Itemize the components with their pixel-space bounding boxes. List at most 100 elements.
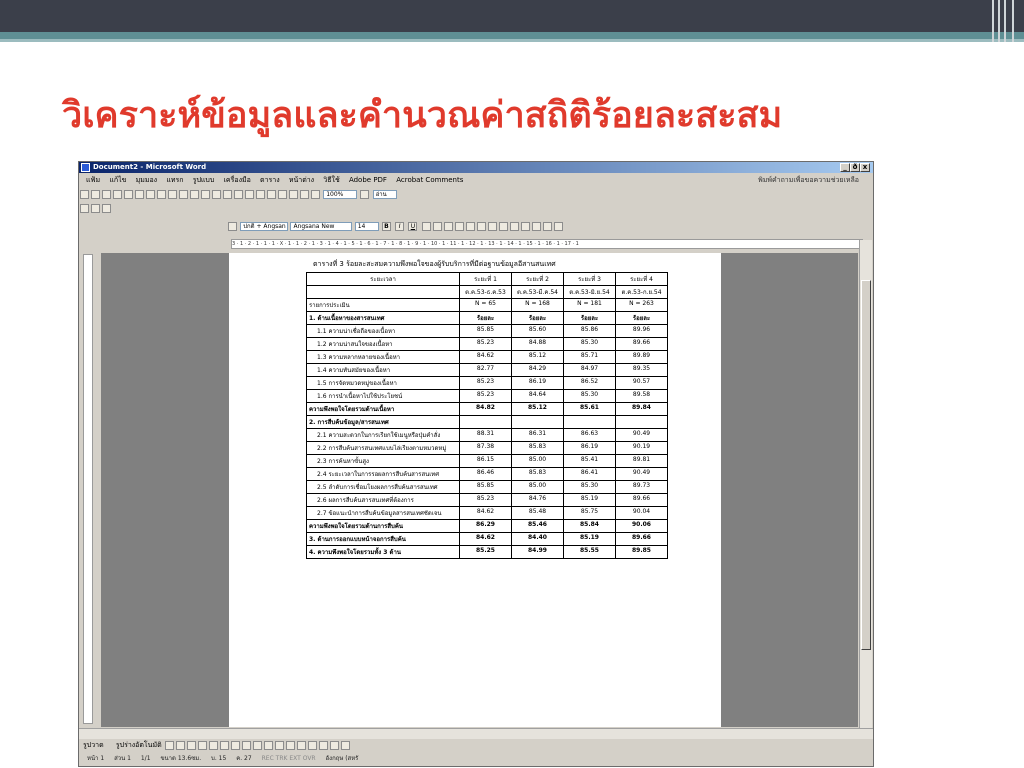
vertical-scrollbar[interactable] xyxy=(859,240,872,728)
row-label[interactable]: 1.5 การจัดหมวดหมู่ของเนื้อหา xyxy=(306,376,460,390)
save-icon[interactable] xyxy=(102,190,111,199)
value-cell[interactable]: 85.60 xyxy=(511,324,564,338)
value-cell[interactable]: 89.89 xyxy=(615,350,668,364)
arrow-icon[interactable] xyxy=(175,741,185,750)
value-cell[interactable]: 90.04 xyxy=(615,506,668,520)
value-cell[interactable]: 85.83 xyxy=(511,467,564,481)
increase-indent-icon[interactable] xyxy=(520,222,530,231)
value-cell[interactable]: ร้อยละ xyxy=(511,311,564,325)
minimize-button[interactable]: _ xyxy=(840,163,850,172)
row-label[interactable]: 1.6 การนำเนื้อหาไปใช้ประโยชน์ xyxy=(306,389,460,403)
value-cell[interactable]: 84.62 xyxy=(459,506,512,520)
horizontal-scrollbar[interactable] xyxy=(79,728,873,739)
font-size-select[interactable]: 14 xyxy=(354,222,379,231)
print-icon[interactable] xyxy=(124,190,133,199)
shadow-icon[interactable] xyxy=(329,741,339,750)
value-cell[interactable]: 85.30 xyxy=(563,337,616,351)
menu-view[interactable]: มุมมอง xyxy=(136,176,157,184)
menu-edit[interactable]: แก้ไข xyxy=(109,176,126,184)
value-cell[interactable]: 84.88 xyxy=(511,337,564,351)
data-table[interactable]: ระยะเวลา ระยะที่ 1 ระยะที่ 2 ระยะที่ 3 ร… xyxy=(306,272,668,559)
value-cell[interactable]: 85.12 xyxy=(511,350,564,364)
value-cell[interactable]: 85.71 xyxy=(563,350,616,364)
dash-style-icon[interactable] xyxy=(307,741,317,750)
value-cell[interactable]: 89.81 xyxy=(615,454,668,468)
row-label[interactable]: 2.6 ผลการสืบค้นสารสนเทศที่ต้องการ xyxy=(306,493,460,507)
draw-menu[interactable]: รูปวาด xyxy=(83,741,104,749)
picture-icon[interactable] xyxy=(252,741,262,750)
value-cell[interactable] xyxy=(511,415,564,429)
row-label[interactable]: 1.2 ความน่าสนใจของเนื้อหา xyxy=(306,337,460,351)
horizontal-ruler[interactable]: 3 · 1 · 2 · 1 · 1 · 1 · X · 1 · 1 · 2 · … xyxy=(231,239,863,249)
value-cell[interactable]: 89.35 xyxy=(615,363,668,377)
menu-adobe-pdf[interactable]: Adobe PDF xyxy=(349,176,387,184)
value-cell[interactable]: 89.66 xyxy=(615,532,668,546)
value-cell[interactable]: 84.99 xyxy=(511,545,564,559)
numbering-icon[interactable] xyxy=(487,222,497,231)
row-label[interactable]: 2.5 ลำดับการเชื่อมโยงผลการสืบค้นสารสนเทศ xyxy=(306,480,460,494)
value-cell[interactable] xyxy=(459,415,512,429)
pdf-review-icon[interactable] xyxy=(102,204,111,213)
oval-icon[interactable] xyxy=(197,741,207,750)
align-left-icon[interactable] xyxy=(421,222,431,231)
value-cell[interactable]: 86.63 xyxy=(563,428,616,442)
menu-insert[interactable]: แทรก xyxy=(166,176,183,184)
format-painter-icon[interactable] xyxy=(201,190,210,199)
tables-borders-icon[interactable] xyxy=(245,190,254,199)
value-cell[interactable]: 85.00 xyxy=(511,454,564,468)
value-cell[interactable]: 90.49 xyxy=(615,467,668,481)
row-label[interactable]: 2.3 การค้นหาขั้นสูง xyxy=(306,454,460,468)
font-color-icon[interactable] xyxy=(553,222,563,231)
highlight-icon[interactable] xyxy=(542,222,552,231)
row-label[interactable]: ความพึงพอใจโดยรวมด้านการสืบค้น xyxy=(306,519,460,533)
drawing-icon[interactable] xyxy=(289,190,298,199)
value-cell[interactable]: 86.19 xyxy=(511,376,564,390)
menu-file[interactable]: แฟ้ม xyxy=(86,176,100,184)
open-icon[interactable] xyxy=(91,190,100,199)
copy-icon[interactable] xyxy=(179,190,188,199)
value-cell[interactable]: 85.55 xyxy=(563,545,616,559)
value-cell[interactable]: 85.23 xyxy=(459,376,512,390)
line-style-icon[interactable] xyxy=(296,741,306,750)
value-cell[interactable]: 90.06 xyxy=(615,519,668,533)
value-cell[interactable]: 85.41 xyxy=(563,454,616,468)
font-color-icon[interactable] xyxy=(285,741,295,750)
value-cell[interactable]: 84.29 xyxy=(511,363,564,377)
value-cell[interactable]: ร้อยละ xyxy=(459,311,512,325)
value-cell[interactable]: 86.29 xyxy=(459,519,512,533)
value-cell[interactable] xyxy=(615,415,668,429)
value-cell[interactable]: 85.19 xyxy=(563,493,616,507)
value-cell[interactable]: 85.48 xyxy=(511,506,564,520)
print-preview-icon[interactable] xyxy=(135,190,144,199)
row-label[interactable]: 2.1 ความสะดวกในการเรียกใช้เมนูหรือปุ่มคำ… xyxy=(306,428,460,442)
value-cell[interactable]: 86.41 xyxy=(563,467,616,481)
value-cell[interactable]: 89.84 xyxy=(615,402,668,416)
maximize-button[interactable]: ð xyxy=(850,163,860,172)
document-page[interactable]: ตารางที่ 3 ร้อยละสะสมความพึงพอใจของผู้รั… xyxy=(229,253,721,727)
row-label[interactable]: 1.3 ความหลากหลายของเนื้อหา xyxy=(306,350,460,364)
value-cell[interactable]: 89.96 xyxy=(615,324,668,338)
value-cell[interactable]: 84.82 xyxy=(459,402,512,416)
line-icon[interactable] xyxy=(164,741,174,750)
research-icon[interactable] xyxy=(157,190,166,199)
value-cell[interactable]: 89.58 xyxy=(615,389,668,403)
value-cell[interactable]: 86.46 xyxy=(459,467,512,481)
menu-window[interactable]: หน้าต่าง xyxy=(289,176,314,184)
row-label[interactable]: 2.7 ข้อแนะนำการสืบค้นข้อมูลสารสนเทศชัดเจ… xyxy=(306,506,460,520)
3d-icon[interactable] xyxy=(340,741,350,750)
value-cell[interactable]: 89.66 xyxy=(615,337,668,351)
rectangle-icon[interactable] xyxy=(186,741,196,750)
row-label[interactable]: 2. การสืบค้นข้อมูล/สารสนเทศ xyxy=(306,415,460,429)
menu-format[interactable]: รูปแบบ xyxy=(193,176,215,184)
autoshapes-menu[interactable]: รูปร่างอัตโนมัติ xyxy=(116,741,162,749)
value-cell[interactable]: ร้อยละ xyxy=(563,311,616,325)
value-cell[interactable]: 85.23 xyxy=(459,493,512,507)
row-label[interactable]: 1.4 ความทันสมัยของเนื้อหา xyxy=(306,363,460,377)
line-spacing-icon[interactable] xyxy=(476,222,486,231)
wordart-icon[interactable] xyxy=(219,741,229,750)
value-cell[interactable]: 84.62 xyxy=(459,350,512,364)
value-cell[interactable]: 86.15 xyxy=(459,454,512,468)
style-select[interactable]: ปกติ + Angsan xyxy=(240,222,289,231)
value-cell[interactable]: 89.66 xyxy=(615,493,668,507)
value-cell[interactable]: 86.52 xyxy=(563,376,616,390)
